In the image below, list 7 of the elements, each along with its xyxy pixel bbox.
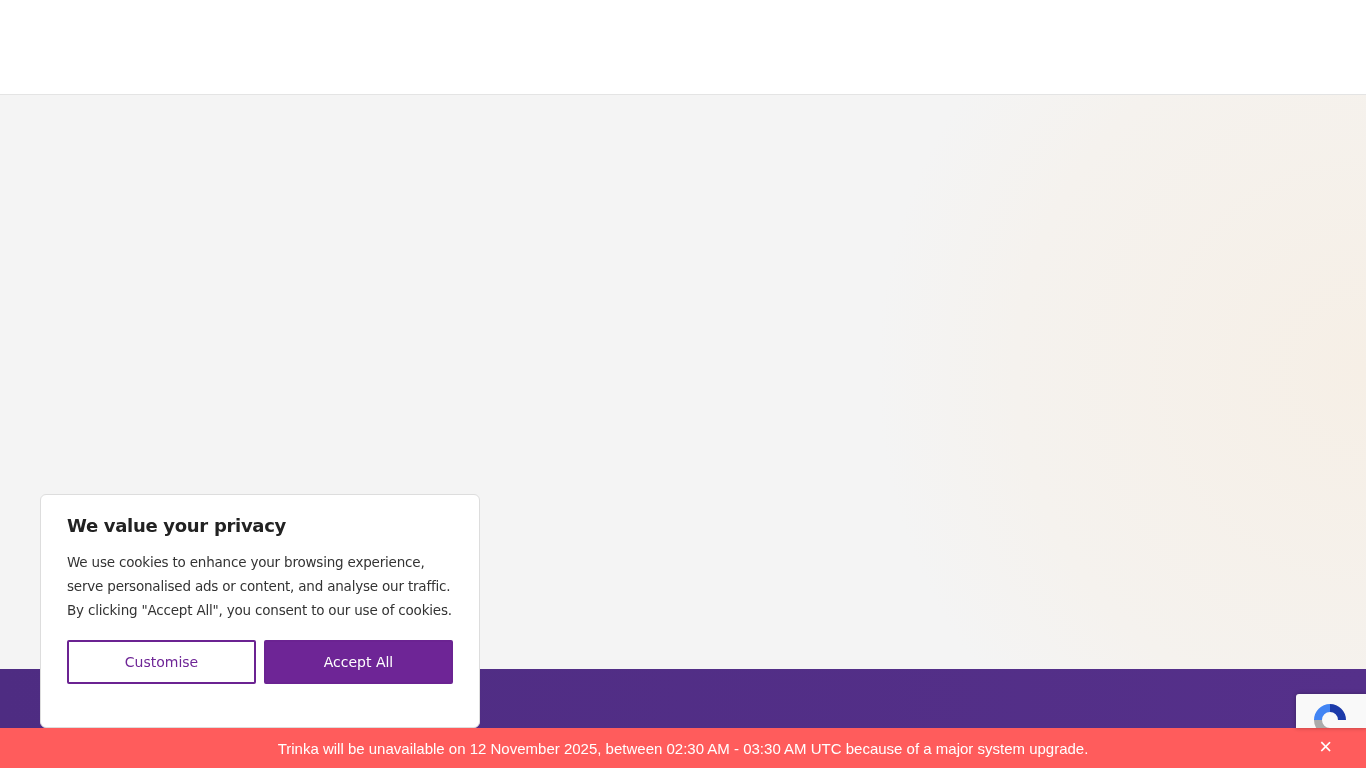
customise-button[interactable]: Customise <box>67 640 256 684</box>
recaptcha-badge[interactable] <box>1296 694 1366 728</box>
accept-button[interactable]: Accept All <box>264 640 453 684</box>
cookie-message: We use cookies to enhance your browsing experience, serve personalised ads or content, and analyse our traffic. By clicking "Accept All", you consent to our use of cookies. <box>67 553 453 620</box>
cookie-title: We value your privacy <box>67 515 287 536</box>
notice-message: Trinka will be unavailable on 12 November 2025, between 02:30 AM - 03:30 AM UTC because of a major system upgrade. <box>277 739 1089 757</box>
recaptcha-icon <box>1312 702 1348 728</box>
